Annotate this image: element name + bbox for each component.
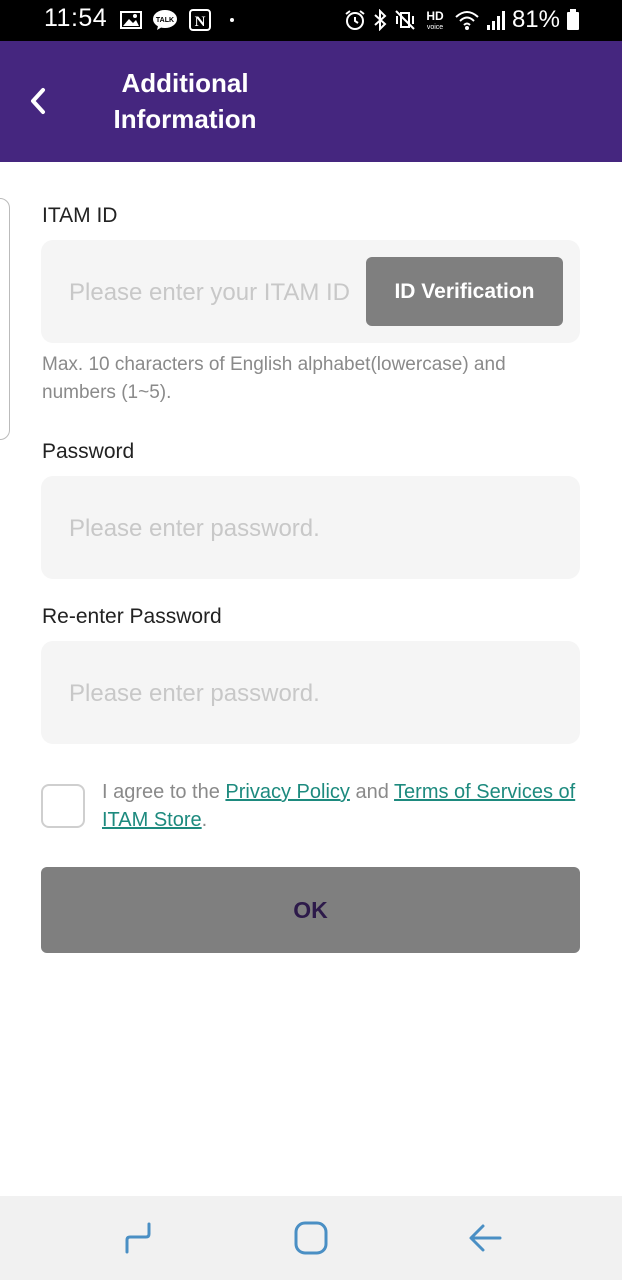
recent-apps-icon bbox=[125, 1222, 151, 1254]
hd-voice-icon: HD voice bbox=[422, 8, 448, 32]
itam-id-hint: Max. 10 characters of English alphabet(l… bbox=[42, 354, 506, 403]
home-icon bbox=[294, 1221, 328, 1255]
gallery-icon bbox=[120, 11, 142, 29]
recent-apps-button[interactable] bbox=[115, 1216, 159, 1260]
vibrate-mute-icon bbox=[394, 9, 416, 31]
wifi-icon bbox=[454, 9, 480, 31]
system-back-button[interactable] bbox=[463, 1216, 507, 1260]
itam-id-label: ITAM ID bbox=[42, 204, 118, 227]
notion-icon: N bbox=[188, 8, 212, 32]
battery-percent: 81% bbox=[511, 6, 560, 33]
itam-id-input[interactable] bbox=[67, 240, 371, 345]
agreement-checkbox[interactable] bbox=[41, 784, 85, 828]
agreement-text: I agree to the Privacy Policy and Terms … bbox=[102, 778, 582, 834]
bluetooth-icon bbox=[372, 9, 388, 31]
status-time: 11:54 bbox=[44, 4, 108, 32]
status-bar: 11:54 TALK N HD voice 81% bbox=[0, 0, 622, 41]
system-nav-bar bbox=[0, 1196, 622, 1280]
id-verification-button[interactable]: ID Verification bbox=[366, 257, 563, 326]
side-edge-panel-handle[interactable] bbox=[0, 198, 10, 440]
voice-label: voice bbox=[427, 24, 443, 31]
notification-icons: TALK N bbox=[120, 8, 238, 32]
reenter-password-input[interactable] bbox=[67, 641, 561, 746]
itam-id-field-container: ID Verification bbox=[41, 240, 580, 345]
agreement-middle: and bbox=[349, 781, 395, 803]
kakaotalk-icon: TALK bbox=[152, 9, 178, 31]
battery-icon bbox=[566, 9, 580, 31]
talk-label: TALK bbox=[156, 17, 174, 24]
status-right-icons: HD voice 81% bbox=[344, 6, 580, 34]
agreement-suffix: . bbox=[201, 809, 208, 831]
hd-label: HD bbox=[426, 9, 444, 23]
password-field-container bbox=[41, 476, 580, 581]
signal-icon bbox=[486, 9, 506, 31]
password-input[interactable] bbox=[67, 476, 561, 581]
chevron-left-icon bbox=[31, 88, 45, 114]
reenter-password-label: Re-enter Password bbox=[42, 605, 222, 628]
agreement-prefix: I agree to the bbox=[102, 781, 226, 803]
privacy-policy-link[interactable]: Privacy Policy bbox=[225, 781, 349, 803]
more-notifications-dot-icon bbox=[222, 15, 238, 25]
reenter-password-field-container bbox=[41, 641, 580, 746]
back-icon bbox=[469, 1224, 502, 1252]
ok-button[interactable]: OK bbox=[41, 867, 580, 953]
notion-label: N bbox=[195, 14, 206, 30]
agreement-row: I agree to the Privacy Policy and Terms … bbox=[41, 778, 581, 838]
alarm-icon bbox=[344, 9, 366, 31]
password-label: Password bbox=[42, 440, 135, 463]
page-title: Additional Information bbox=[113, 68, 257, 134]
app-bar: Additional Information bbox=[0, 41, 622, 162]
home-button[interactable] bbox=[289, 1216, 333, 1260]
back-button[interactable] bbox=[18, 81, 58, 121]
